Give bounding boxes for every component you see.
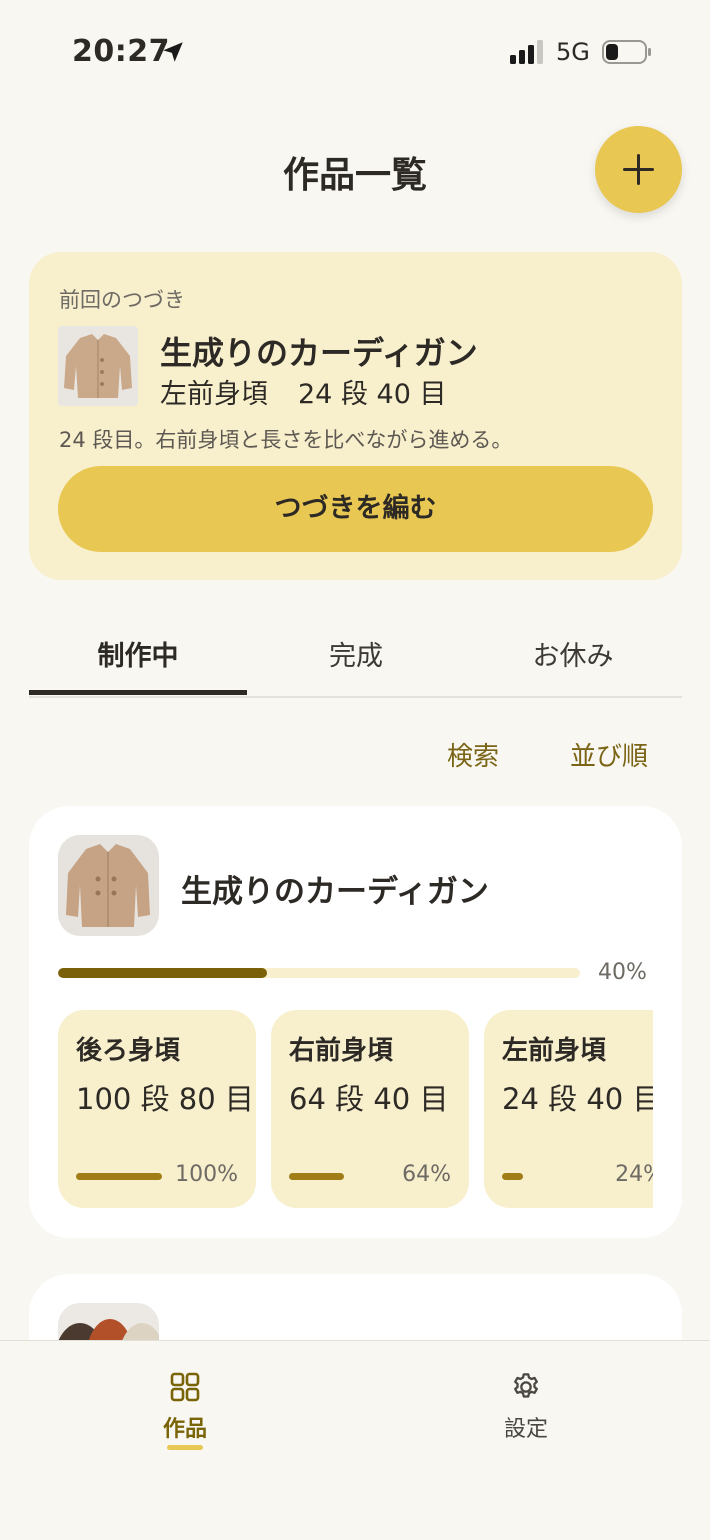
part-count: 24 段 40 目 xyxy=(502,1082,653,1116)
active-tab-indicator xyxy=(29,690,247,695)
tab-in-progress[interactable]: 制作中 xyxy=(29,634,247,673)
resume-count: 24 段 40 目 xyxy=(298,379,447,410)
bottom-nav: 作品 設定 xyxy=(0,1340,710,1540)
search-button[interactable]: 検索 xyxy=(447,736,499,773)
project-progress-bar xyxy=(58,968,580,978)
part-name: 後ろ身頃 xyxy=(76,1036,181,1066)
resume-memo: 24 段目。右前身頃と長さを比べながら進める。 xyxy=(59,428,513,452)
resume-part: 左前身頃 xyxy=(160,379,268,410)
resume-label: 前回のつづき xyxy=(59,288,185,312)
nav-item-works[interactable]: 作品 xyxy=(125,1371,245,1443)
project-card[interactable]: 生成りのカーディガン 40% 後ろ身頃 100 段 80 目 100% 右前身頃… xyxy=(29,806,682,1238)
part-progress-percent: 100% xyxy=(175,1162,238,1187)
battery-icon xyxy=(602,40,651,64)
part-count: 64 段 40 目 xyxy=(289,1082,449,1116)
sort-button[interactable]: 並び順 xyxy=(570,736,648,773)
part-progress-percent: 64% xyxy=(402,1162,451,1187)
grid-icon xyxy=(170,1372,200,1402)
part-name: 右前身頃 xyxy=(289,1036,394,1066)
nav-label-settings: 設定 xyxy=(503,1417,548,1442)
project-name: 生成りのカーディガン xyxy=(181,874,489,910)
parts-scroller[interactable]: 後ろ身頃 100 段 80 目 100% 右前身頃 64 段 40 目 64% … xyxy=(58,1010,653,1210)
resume-position: 左前身頃 24 段 40 目 xyxy=(160,372,446,411)
nav-label-works: 作品 xyxy=(162,1417,207,1442)
status-tabs: 制作中 完成 お休み xyxy=(29,610,682,698)
part-progress-percent: 24% xyxy=(615,1162,653,1187)
cardigan-thumbnail xyxy=(58,326,138,406)
status-time: 20:27 xyxy=(72,34,170,69)
part-card-back[interactable]: 後ろ身頃 100 段 80 目 100% xyxy=(58,1010,256,1208)
part-progress-bar xyxy=(289,1173,345,1180)
status-bar: 20:27 5G xyxy=(0,0,710,105)
location-arrow-icon xyxy=(163,42,183,62)
network-type: 5G xyxy=(556,38,590,66)
add-project-button[interactable] xyxy=(595,126,682,213)
cardigan-photo xyxy=(58,835,159,936)
tab-completed[interactable]: 完成 xyxy=(247,634,465,673)
resume-project-name: 生成りのカーディガン xyxy=(160,334,478,372)
resume-card: 前回のつづき 生成りのカーディガン 左前身頃 24 段 40 目 24 段目。右前… xyxy=(29,252,682,580)
part-card-left-front[interactable]: 左前身頃 24 段 40 目 24% xyxy=(484,1010,653,1208)
nav-item-settings[interactable]: 設定 xyxy=(466,1371,586,1443)
part-name: 左前身頃 xyxy=(502,1036,607,1066)
signal-icon xyxy=(510,40,543,64)
project-progress-percent: 40% xyxy=(598,960,647,985)
nav-active-indicator xyxy=(167,1445,203,1450)
part-progress-bar xyxy=(502,1173,523,1180)
project-progress-fill xyxy=(58,968,267,978)
continue-knitting-button[interactable]: つづきを編む xyxy=(58,466,653,552)
part-card-right-front[interactable]: 右前身頃 64 段 40 目 64% xyxy=(271,1010,469,1208)
screen: 20:27 5G 作品一覧 前回のつづき 生成りのカーディガン 左前身頃 24 … xyxy=(0,0,710,1540)
tab-paused[interactable]: お休み xyxy=(464,634,682,673)
plus-icon xyxy=(623,154,654,185)
gear-icon xyxy=(514,1373,538,1398)
part-count: 100 段 80 目 xyxy=(76,1082,254,1116)
part-progress-bar xyxy=(76,1173,162,1180)
